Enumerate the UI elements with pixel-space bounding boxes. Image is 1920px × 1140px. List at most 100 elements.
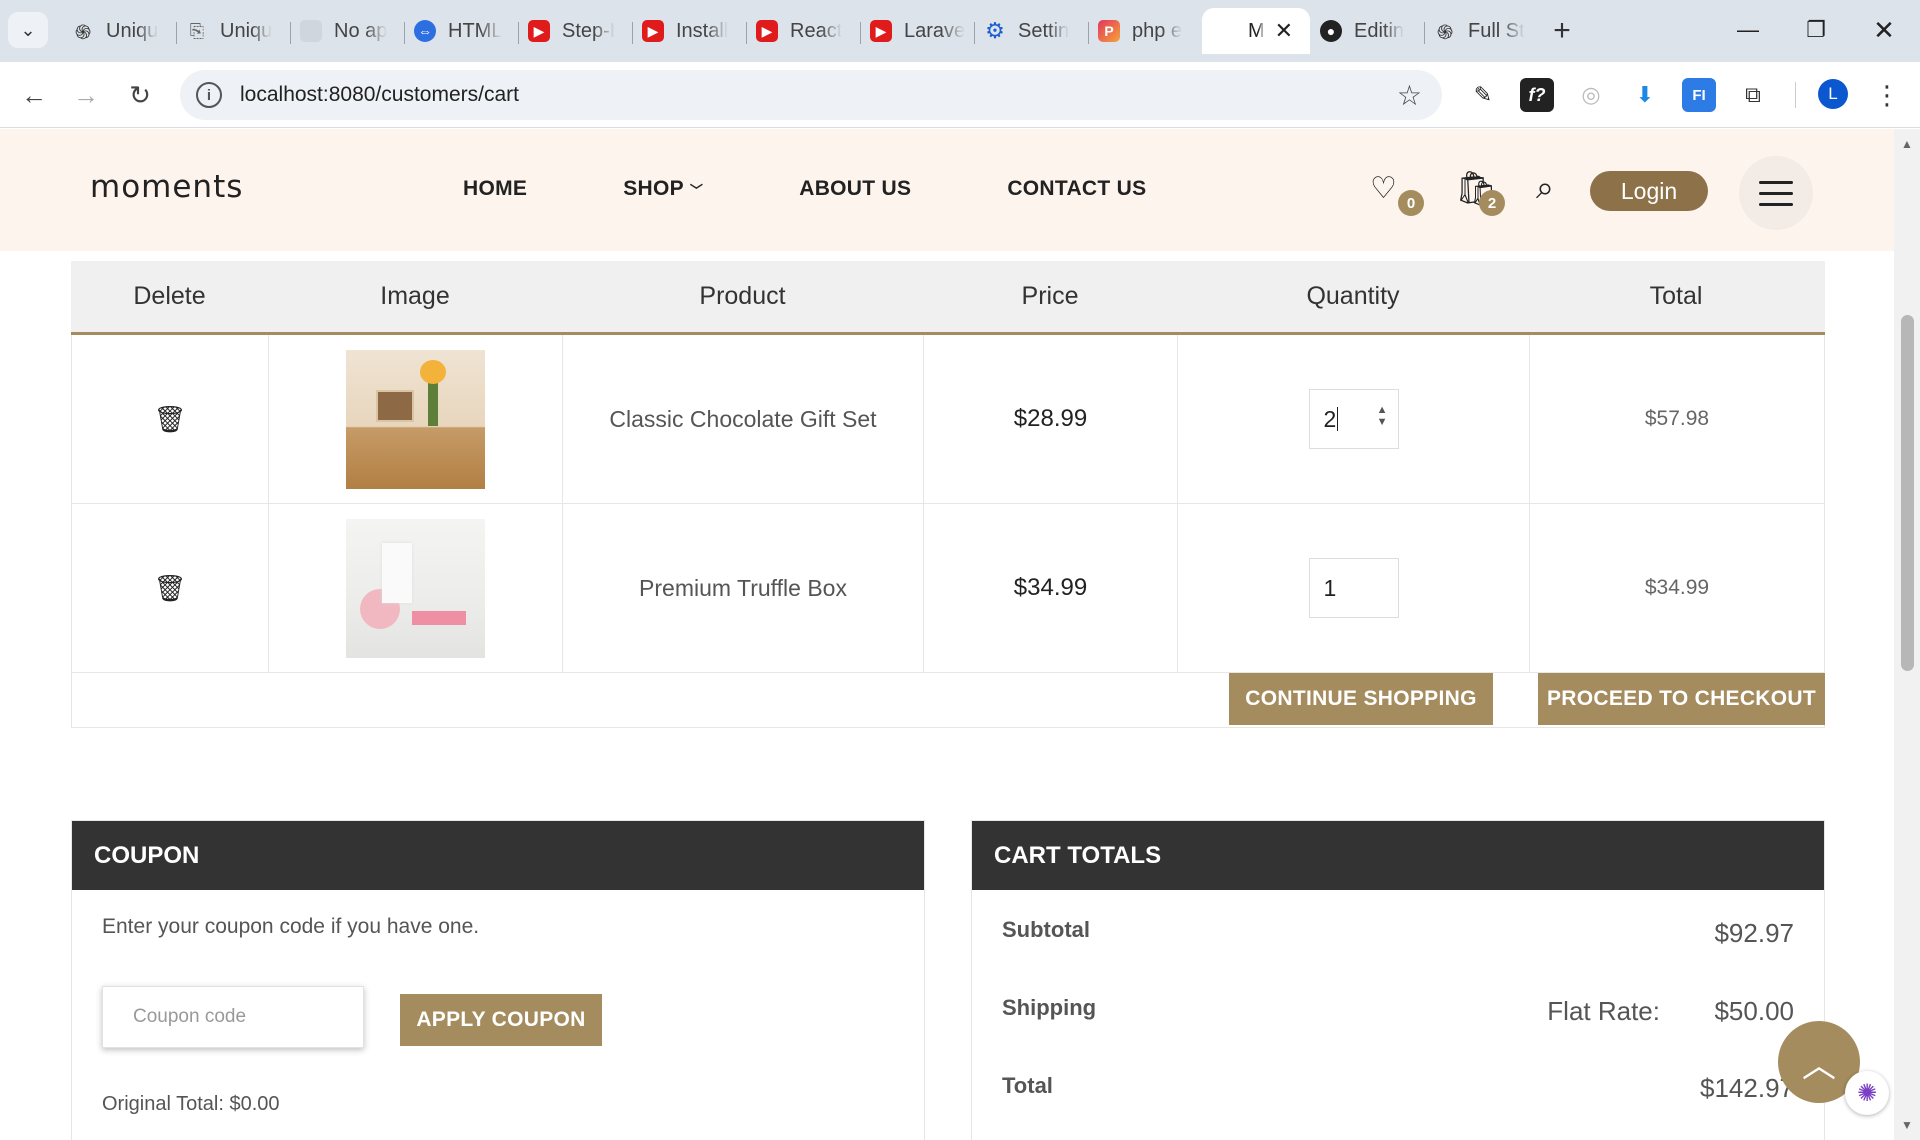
restore-icon[interactable]: ❐ bbox=[1782, 8, 1850, 52]
tab-title: php e bbox=[1132, 19, 1183, 42]
cart-actions-row: CONTINUE SHOPPING PROCEED TO CHECKOUT bbox=[71, 673, 1825, 728]
extension-pen-icon[interactable]: ✎ bbox=[1466, 78, 1500, 112]
product-image[interactable] bbox=[346, 518, 485, 658]
browser-tab-active[interactable]: M ✕ bbox=[1202, 8, 1310, 54]
proceed-to-checkout-button[interactable]: PROCEED TO CHECKOUT bbox=[1538, 673, 1825, 725]
browser-tab-bar: ⌄ ֍ Uniqu ⎘ Uniqu No ap ⇔ HTML ▶ Step-I ▶ Ins… bbox=[0, 0, 1920, 62]
address-bar[interactable]: i localhost:8080/customers/cart ☆ bbox=[180, 70, 1442, 120]
table-row: 🗑 Premium Truffle Box $34.99 1 $34.99 bbox=[71, 504, 1825, 673]
browser-tab[interactable]: ⎘ Uniqu bbox=[176, 8, 290, 54]
fi-extension-icon[interactable]: FI bbox=[1682, 78, 1716, 112]
browser-tab[interactable]: ● Editin bbox=[1310, 8, 1424, 54]
scrollbar-thumb[interactable] bbox=[1901, 315, 1914, 671]
hamburger-menu-icon[interactable] bbox=[1739, 156, 1813, 230]
price: $34.99 bbox=[924, 504, 1178, 672]
continue-shopping-button[interactable]: CONTINUE SHOPPING bbox=[1229, 673, 1493, 725]
browser-tab[interactable]: Pphp e bbox=[1088, 8, 1202, 54]
tab-title: Uniqu bbox=[106, 19, 159, 42]
blank-icon bbox=[300, 20, 322, 42]
youtube-icon: ▶ bbox=[870, 20, 892, 42]
cart-totals-panel: CART TOTALS Subtotal $92.97 Shipping Fla… bbox=[971, 820, 1825, 1140]
extensions-puzzle-icon[interactable]: ⧉ bbox=[1736, 78, 1770, 112]
gear-icon: ⚙ bbox=[985, 18, 1005, 43]
back-arrow-icon[interactable]: ← bbox=[12, 73, 56, 117]
globe-icon: ⇔ bbox=[414, 20, 436, 42]
apply-coupon-button[interactable]: APPLY COUPON bbox=[400, 994, 602, 1046]
scroll-down-arrow-icon[interactable]: ▼ bbox=[1901, 1118, 1913, 1132]
column-header-product: Product bbox=[699, 282, 786, 310]
product-name[interactable]: Classic Chocolate Gift Set bbox=[563, 335, 924, 503]
moments-logo[interactable]: moments bbox=[90, 169, 243, 205]
brain-assistant-icon[interactable]: ✺ bbox=[1845, 1071, 1889, 1115]
heart-wishlist-icon[interactable]: ♡ bbox=[1370, 171, 1397, 206]
nav-home[interactable]: HOME bbox=[463, 177, 527, 201]
quantity-spinner-icon[interactable]: ▲ ▼ bbox=[1377, 404, 1388, 428]
page-scrollbar[interactable]: ▲ ▼ bbox=[1894, 129, 1920, 1140]
formula-extension-icon[interactable]: f? bbox=[1520, 78, 1554, 112]
column-header-total: Total bbox=[1649, 282, 1703, 310]
login-button[interactable]: Login bbox=[1590, 171, 1708, 211]
tab-title: No ap bbox=[334, 19, 388, 42]
cart-table: Delete Image Product Price Quantity Tota… bbox=[71, 261, 1825, 728]
new-tab-plus-icon[interactable]: + bbox=[1538, 8, 1586, 54]
browser-tab[interactable]: ▶ Install bbox=[632, 8, 746, 54]
search-icon[interactable]: ⌕ bbox=[1536, 169, 1554, 207]
url-text[interactable]: localhost:8080/customers/cart bbox=[240, 83, 519, 107]
compass-extension-icon[interactable]: ◎ bbox=[1574, 78, 1608, 112]
openai-icon: ֍ bbox=[74, 21, 92, 44]
site-info-icon[interactable]: i bbox=[196, 82, 222, 108]
browser-tab[interactable]: ▶ Larave bbox=[860, 8, 974, 54]
quantity-cell: 2 ▲ ▼ bbox=[1178, 335, 1530, 503]
nav-contact-us[interactable]: CONTACT US bbox=[1007, 177, 1146, 201]
quantity-input[interactable]: 2 ▲ ▼ bbox=[1308, 389, 1399, 449]
youtube-icon: ▶ bbox=[756, 20, 778, 42]
trash-icon[interactable]: 🗑 bbox=[153, 573, 186, 604]
coupon-code-input[interactable]: Coupon code bbox=[102, 986, 364, 1048]
quantity-input[interactable]: 1 bbox=[1308, 558, 1399, 618]
close-window-icon[interactable]: ✕ bbox=[1850, 8, 1918, 52]
tab-strip: ֍ Uniqu ⎘ Uniqu No ap ⇔ HTML ▶ Step-I ▶ Insta… bbox=[62, 8, 1586, 58]
column-header-delete: Delete bbox=[133, 282, 206, 310]
close-tab-icon[interactable]: ✕ bbox=[1275, 18, 1293, 44]
bookmark-star-icon[interactable]: ☆ bbox=[1397, 79, 1422, 112]
browser-tab[interactable]: ⇔ HTML bbox=[404, 8, 518, 54]
browser-tab[interactable]: ⚙ Settin bbox=[974, 8, 1088, 54]
table-row: 🗑 Classic Chocolate Gift Set $28.99 2 ▲ ▼ … bbox=[71, 335, 1825, 504]
scroll-up-arrow-icon[interactable]: ▲ bbox=[1901, 137, 1913, 151]
coupon-panel: COUPON Enter your coupon code if you hav… bbox=[71, 820, 925, 1140]
minimize-icon[interactable]: — bbox=[1714, 8, 1782, 52]
total-label: Total bbox=[1002, 1073, 1053, 1098]
youtube-icon: ▶ bbox=[642, 20, 664, 42]
product-image[interactable] bbox=[346, 349, 485, 489]
tab-title: Settin bbox=[1018, 19, 1070, 42]
profile-avatar[interactable]: L bbox=[1818, 79, 1848, 109]
tab-search-chevron-icon[interactable]: ⌄ bbox=[8, 12, 48, 48]
youtube-icon: ▶ bbox=[528, 20, 550, 42]
nav-shop-label: SHOP bbox=[623, 177, 684, 200]
kebab-menu-icon[interactable]: ⋮ bbox=[1870, 78, 1904, 112]
forward-arrow-icon[interactable]: → bbox=[64, 73, 108, 117]
page-viewport: moments HOME SHOP ﹀ ABOUT US CONTACT US ♡… bbox=[0, 129, 1920, 1140]
tab-title: Install bbox=[676, 19, 729, 42]
tab-title: Step-I bbox=[562, 19, 616, 42]
cart-totals-title: CART TOTALS bbox=[972, 821, 1824, 890]
cart-table-header: Delete Image Product Price Quantity Tota… bbox=[71, 261, 1825, 335]
browser-tab[interactable]: No ap bbox=[290, 8, 404, 54]
browser-tab[interactable]: ▶ Step-I bbox=[518, 8, 632, 54]
reload-icon[interactable]: ↻ bbox=[118, 73, 162, 117]
download-extension-icon[interactable]: ⬇ bbox=[1628, 78, 1662, 112]
browser-tab[interactable]: ֍ Uniqu bbox=[62, 8, 176, 54]
tab-title: React bbox=[790, 19, 843, 42]
delete-cell: 🗑 bbox=[72, 504, 269, 672]
nav-shop[interactable]: SHOP ﹀ bbox=[623, 177, 703, 201]
nav-about-us[interactable]: ABOUT US bbox=[799, 177, 911, 201]
trash-icon[interactable]: 🗑 bbox=[153, 404, 186, 435]
row-total: $57.98 bbox=[1644, 407, 1710, 430]
browser-tab[interactable]: ▶ React bbox=[746, 8, 860, 54]
tab-title: Uniqu bbox=[220, 19, 273, 42]
subtotal-label: Subtotal bbox=[1002, 917, 1090, 942]
nav-about-label: ABOUT US bbox=[799, 177, 912, 200]
product-name[interactable]: Premium Truffle Box bbox=[563, 504, 924, 672]
browser-tab[interactable]: ֍ Full St bbox=[1424, 8, 1538, 54]
main-nav: HOME SHOP ﹀ ABOUT US CONTACT US bbox=[463, 177, 1242, 201]
